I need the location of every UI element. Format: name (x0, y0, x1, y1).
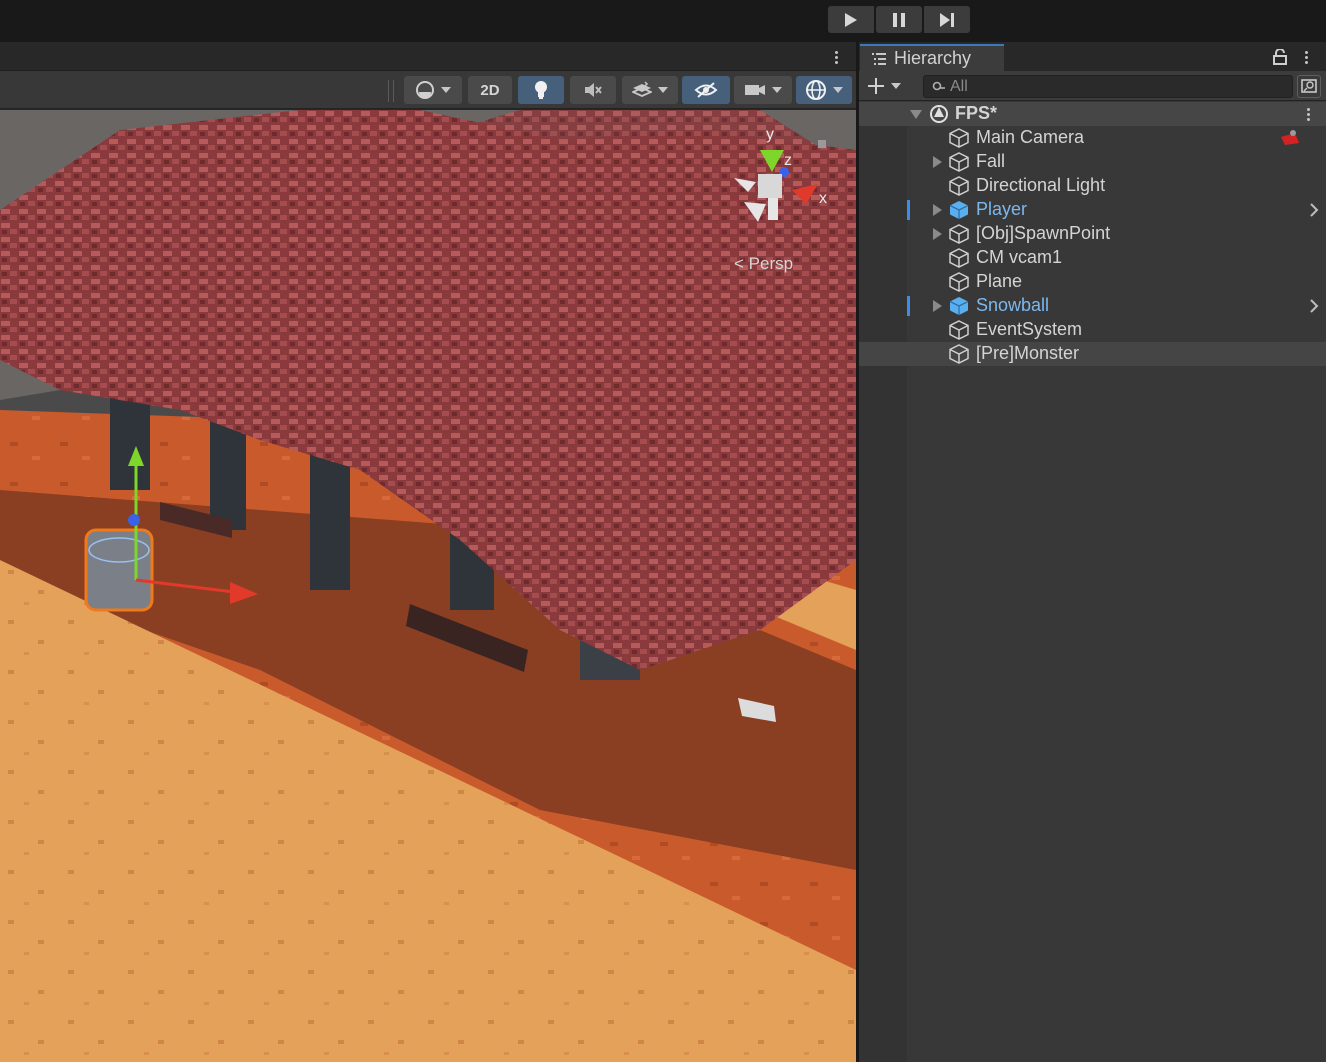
axis-x-label: x (819, 190, 827, 207)
lightbulb-icon (535, 81, 547, 99)
audio-toggle[interactable] (570, 76, 616, 104)
search-icon (932, 81, 945, 91)
scene-row-menu-icon[interactable] (1303, 104, 1313, 124)
gameobject-icon (949, 176, 969, 196)
hierarchy-item-label: Plane (976, 271, 1023, 291)
axis-y-label: y (766, 126, 774, 143)
hierarchy-item-event-system[interactable]: EventSystem (859, 318, 1326, 342)
unity-scene-icon (930, 105, 948, 123)
hierarchy-item-label: Directional Light (976, 175, 1106, 195)
scene-toolbar: 2D (0, 71, 856, 109)
scene-panel-menu-icon[interactable] (831, 47, 841, 67)
play-icon (845, 12, 857, 27)
gizmo-globe-icon (806, 80, 826, 100)
lighting-toggle[interactable] (518, 76, 564, 104)
mode-2d-button[interactable]: 2D (468, 76, 512, 104)
projection-toggle[interactable]: < Persp (734, 254, 793, 274)
pause-icon (893, 12, 905, 27)
hierarchy-item-directional-light[interactable]: Directional Light (859, 174, 1326, 198)
collapse-arrow-icon[interactable] (910, 110, 922, 119)
plus-icon (868, 78, 884, 94)
hierarchy-item-player[interactable]: Player (859, 198, 1326, 222)
search-placeholder: All (950, 77, 968, 95)
scene-visibility-toggle[interactable] (682, 76, 730, 104)
step-button[interactable] (924, 6, 970, 33)
unity-editor: 2D y z x < Persp Hierarchy All FPS* Main… (0, 0, 1326, 1062)
shaded-sphere-icon (416, 81, 434, 99)
prefab-icon (949, 297, 969, 315)
hierarchy-panel: Hierarchy All FPS* Main Camera Fall Dire… (859, 42, 1326, 1062)
draw-mode-dropdown[interactable] (404, 76, 462, 104)
hierarchy-list-icon (872, 52, 886, 65)
play-button[interactable] (828, 6, 874, 33)
hierarchy-item-cm-vcam1[interactable]: CM vcam1 (859, 246, 1326, 270)
hierarchy-item-label: Snowball (976, 295, 1050, 315)
camera-settings-dropdown[interactable] (734, 76, 792, 104)
hierarchy-toolbar: All (859, 71, 1326, 101)
gameobject-icon (949, 248, 969, 268)
scene-search-icon (1301, 79, 1317, 93)
hierarchy-item-plane[interactable]: Plane (859, 270, 1326, 294)
gizmos-dropdown[interactable] (796, 76, 852, 104)
hierarchy-item-label: [Pre]Monster (976, 343, 1080, 363)
gameobject-icon (949, 272, 969, 292)
scene-render (0, 110, 856, 1062)
warning-component-icon (1281, 130, 1299, 145)
top-toolbar (0, 0, 1326, 42)
hierarchy-item-label: EventSystem (976, 319, 1083, 339)
hierarchy-tree: FPS* Main Camera Fall Directional Light (859, 102, 1326, 1062)
override-marker (907, 200, 910, 220)
hierarchy-item-label: Player (976, 199, 1028, 219)
axis-z-label: z (784, 152, 792, 169)
hierarchy-item-label: CM vcam1 (976, 247, 1063, 267)
scene-name: FPS* (955, 103, 998, 123)
projection-label: Persp (748, 254, 794, 273)
hierarchy-item-main-camera[interactable]: Main Camera (859, 126, 1326, 150)
chevron-right-icon[interactable] (1308, 298, 1320, 314)
scene-tab-bar (0, 42, 856, 71)
effects-dropdown[interactable] (622, 76, 678, 104)
effects-layers-icon (632, 81, 652, 97)
audio-muted-icon (585, 83, 602, 97)
scene-viewport[interactable]: y z x < Persp (0, 110, 856, 1062)
gameobject-icon (949, 128, 969, 148)
expand-arrow-icon[interactable] (933, 300, 942, 312)
hierarchy-item-snowball[interactable]: Snowball (859, 294, 1326, 318)
hierarchy-menu-icon[interactable] (1301, 47, 1311, 67)
pause-button[interactable] (876, 6, 922, 33)
create-dropdown-button[interactable] (867, 75, 907, 97)
hierarchy-item-fall[interactable]: Fall (859, 150, 1326, 174)
gameobject-icon (949, 224, 969, 244)
hierarchy-item-spawn-point[interactable]: [Obj]SpawnPoint (859, 222, 1326, 246)
hierarchy-search-field[interactable]: All (923, 75, 1293, 98)
scene-search-mode-button[interactable] (1297, 75, 1321, 98)
mode-2d-label: 2D (480, 81, 500, 99)
chevron-down-icon (891, 83, 901, 89)
override-marker (907, 296, 910, 316)
hierarchy-item-label: Fall (976, 151, 1006, 171)
camera-icon (745, 85, 765, 95)
gameobject-icon (949, 344, 969, 364)
tab-hierarchy[interactable]: Hierarchy (860, 44, 1004, 71)
gameobject-icon (949, 320, 969, 340)
step-icon (940, 12, 954, 27)
expand-arrow-icon[interactable] (933, 228, 942, 240)
expand-arrow-icon[interactable] (933, 156, 942, 168)
scene-root-row[interactable]: FPS* (859, 102, 1326, 126)
lock-icon[interactable] (1273, 49, 1287, 65)
eye-hidden-icon (694, 82, 718, 98)
hierarchy-item-label: [Obj]SpawnPoint (976, 223, 1111, 243)
hierarchy-tab-bar: Hierarchy (859, 42, 1326, 71)
scene-panel: 2D y z x < Persp (0, 42, 856, 1062)
prefab-icon (949, 201, 969, 219)
playmode-controls (828, 6, 970, 33)
gameobject-icon (949, 152, 969, 172)
expand-arrow-icon[interactable] (933, 204, 942, 216)
toolbar-grip[interactable] (388, 80, 394, 102)
hierarchy-item-pre-monster[interactable]: [Pre]Monster (859, 342, 1326, 366)
hierarchy-item-label: Main Camera (976, 127, 1085, 147)
chevron-right-icon[interactable] (1308, 202, 1320, 218)
hierarchy-tab-label: Hierarchy (894, 48, 972, 68)
